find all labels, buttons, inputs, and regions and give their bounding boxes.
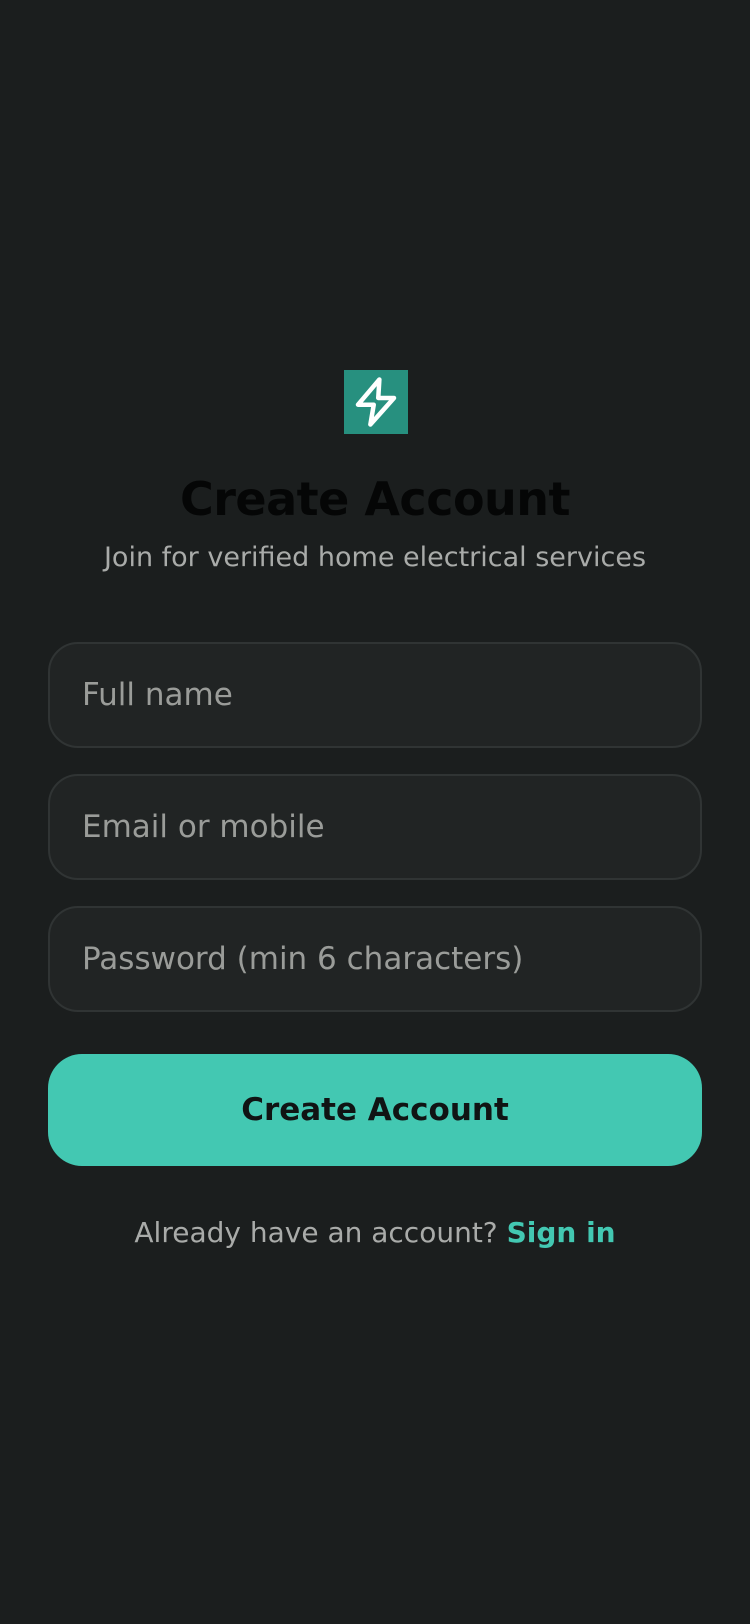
create-account-button[interactable]: Create Account [48,1054,702,1166]
signin-prompt: Already have an account? Sign in [0,1213,750,1253]
page-title: Create Account [179,472,571,526]
signup-screen: Create Account Join for verified home el… [0,0,750,1624]
lightning-bolt-icon [355,377,397,427]
signin-link[interactable]: Sign in [507,1216,616,1249]
password-input[interactable] [82,941,700,977]
app-logo [344,370,408,434]
page-subtitle: Join for verified home electrical servic… [103,542,647,573]
email-field[interactable] [48,774,702,880]
full-name-input[interactable] [82,677,700,713]
signin-prompt-text: Already have an account? [134,1216,507,1249]
email-input[interactable] [82,809,700,845]
password-field[interactable] [48,906,702,1012]
full-name-field[interactable] [48,642,702,748]
